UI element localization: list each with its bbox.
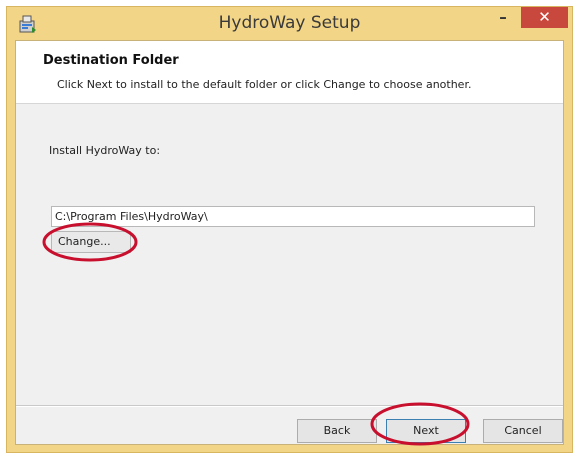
minimize-button[interactable]: – [490, 7, 516, 28]
next-button[interactable]: Next [386, 419, 466, 443]
page-title: Destination Folder [43, 53, 179, 68]
minimize-icon: – [499, 8, 507, 26]
title-bar[interactable]: HydroWay Setup – ✕ [7, 7, 572, 40]
cancel-button[interactable]: Cancel [483, 419, 563, 443]
setup-window: HydroWay Setup – ✕ Destination Folder Cl… [6, 6, 573, 453]
footer-divider [16, 405, 563, 407]
header-banner: Destination Folder Click Next to install… [16, 41, 563, 104]
close-button[interactable]: ✕ [521, 7, 568, 28]
dialog-content: Destination Folder Click Next to install… [15, 40, 564, 445]
page-description: Click Next to install to the default fol… [57, 78, 472, 91]
window-title: HydroWay Setup [218, 13, 361, 33]
install-location-label: Install HydroWay to: [49, 144, 161, 157]
close-icon: ✕ [538, 8, 551, 26]
change-button[interactable]: Change... [51, 231, 131, 253]
install-path-input[interactable] [51, 206, 535, 227]
back-button[interactable]: Back [297, 419, 377, 443]
